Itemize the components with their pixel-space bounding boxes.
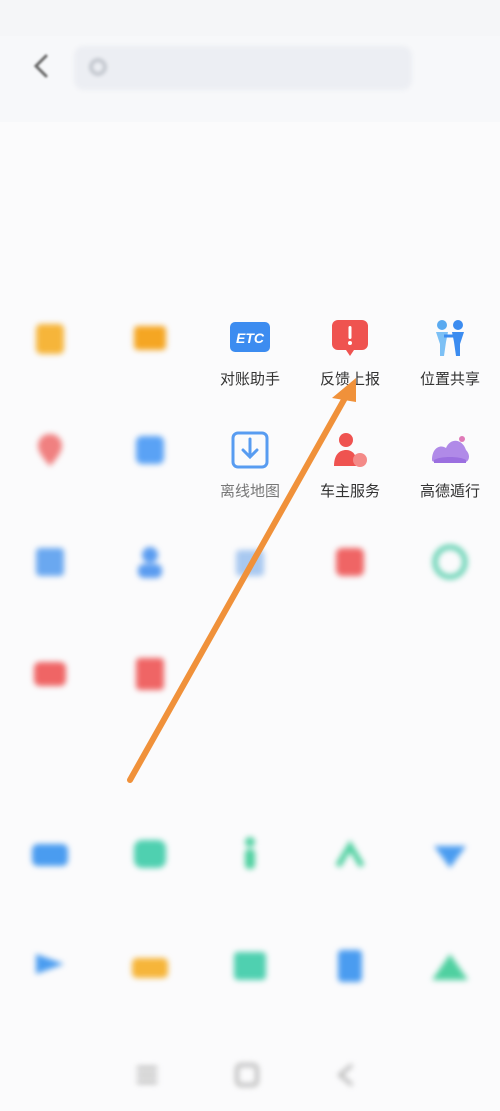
tool-label: 离线地图 [219, 482, 280, 500]
car-owner-icon [334, 433, 367, 467]
card-icon [134, 326, 166, 350]
walk-icon [245, 837, 255, 869]
tool-item-gaode-travel[interactable]: 高德遁行 [400, 414, 500, 526]
tools-row-1: ETC 对账助手 反馈上报 位置共享 [0, 302, 500, 414]
menu-icon[interactable] [132, 1060, 162, 1090]
bus-icon [32, 844, 68, 866]
tool-label: 对账助手 [219, 370, 280, 388]
list-icon [338, 950, 362, 982]
tools-row-3 [0, 526, 500, 638]
travel-item-image[interactable] [200, 930, 300, 1042]
travel-item-list[interactable] [300, 930, 400, 1042]
travel-item-flag[interactable] [0, 930, 100, 1042]
doc-icon [136, 658, 164, 690]
travel-item-screen[interactable] [100, 818, 200, 930]
cloud-car-icon [432, 436, 469, 463]
travel-row-2 [0, 930, 500, 1042]
search-input[interactable] [74, 46, 412, 90]
system-nav-bar [0, 1040, 500, 1111]
travel-grid [0, 818, 500, 1042]
pin-icon [38, 434, 62, 466]
tool-item-note[interactable] [200, 526, 300, 638]
note-icon [236, 550, 264, 576]
search-icon [90, 59, 106, 75]
tool-label: 车主服务 [319, 482, 380, 500]
tool-item-calendar[interactable] [300, 526, 400, 638]
status-bar [0, 0, 500, 36]
bike-icon [335, 840, 365, 868]
travel-item-diamond[interactable] [400, 818, 500, 930]
offline-map-icon [231, 431, 269, 469]
tools-row-4 [0, 638, 500, 750]
home-icon[interactable] [232, 1060, 262, 1090]
tool-label: 高德遁行 [419, 482, 480, 500]
tool-item-reconcile[interactable]: ETC 对账助手 [200, 302, 300, 414]
tool-item-video[interactable] [0, 638, 100, 750]
travel-item-bus[interactable] [0, 818, 100, 930]
circle-icon [432, 544, 468, 580]
tool-label: 反馈上报 [319, 370, 380, 388]
tool-item-feedback[interactable]: 反馈上报 [300, 302, 400, 414]
tools-row-2: 离线地图 车主服务 高德遁行 [0, 414, 500, 526]
header [0, 36, 500, 122]
mountain-icon [432, 954, 468, 980]
tool-item-chart[interactable] [0, 526, 100, 638]
user-icon [138, 547, 162, 578]
svg-text:ETC: ETC [236, 330, 265, 346]
chart-icon [36, 548, 64, 576]
back-nav-icon[interactable] [332, 1060, 362, 1090]
travel-item-bike[interactable] [300, 818, 400, 930]
ticket-icon [132, 958, 168, 978]
tool-item-location-share[interactable]: 位置共享 [400, 302, 500, 414]
tool-item-card[interactable] [100, 302, 200, 414]
travel-item-walk[interactable] [200, 818, 300, 930]
feedback-icon [332, 320, 368, 356]
tool-item-wallet[interactable] [0, 302, 100, 414]
tool-item-user[interactable] [100, 526, 200, 638]
image-icon [234, 952, 266, 980]
tool-item-star[interactable] [100, 414, 200, 526]
flag-icon [36, 954, 64, 974]
etc-icon: ETC [230, 322, 270, 352]
travel-item-ticket[interactable] [100, 930, 200, 1042]
screen-icon [134, 840, 166, 868]
star-icon [136, 436, 164, 464]
tools-grid: ETC 对账助手 反馈上报 位置共享 离线地图 车主服务 高德遁行 [0, 302, 500, 750]
tool-label: 位置共享 [419, 370, 480, 388]
tool-item-doc[interactable] [100, 638, 200, 750]
travel-item-mountain[interactable] [400, 930, 500, 1042]
diamond-icon [434, 846, 466, 868]
location-share-icon [436, 320, 464, 356]
tool-item-circle[interactable] [400, 526, 500, 638]
travel-row-1 [0, 818, 500, 930]
video-icon [34, 662, 66, 686]
calendar-icon [336, 548, 364, 576]
wallet-icon [36, 324, 64, 354]
tool-item-pin[interactable] [0, 414, 100, 526]
tool-item-car-owner[interactable]: 车主服务 [300, 414, 400, 526]
back-icon[interactable] [26, 46, 56, 86]
tool-item-offline-map[interactable]: 离线地图 [200, 414, 300, 526]
